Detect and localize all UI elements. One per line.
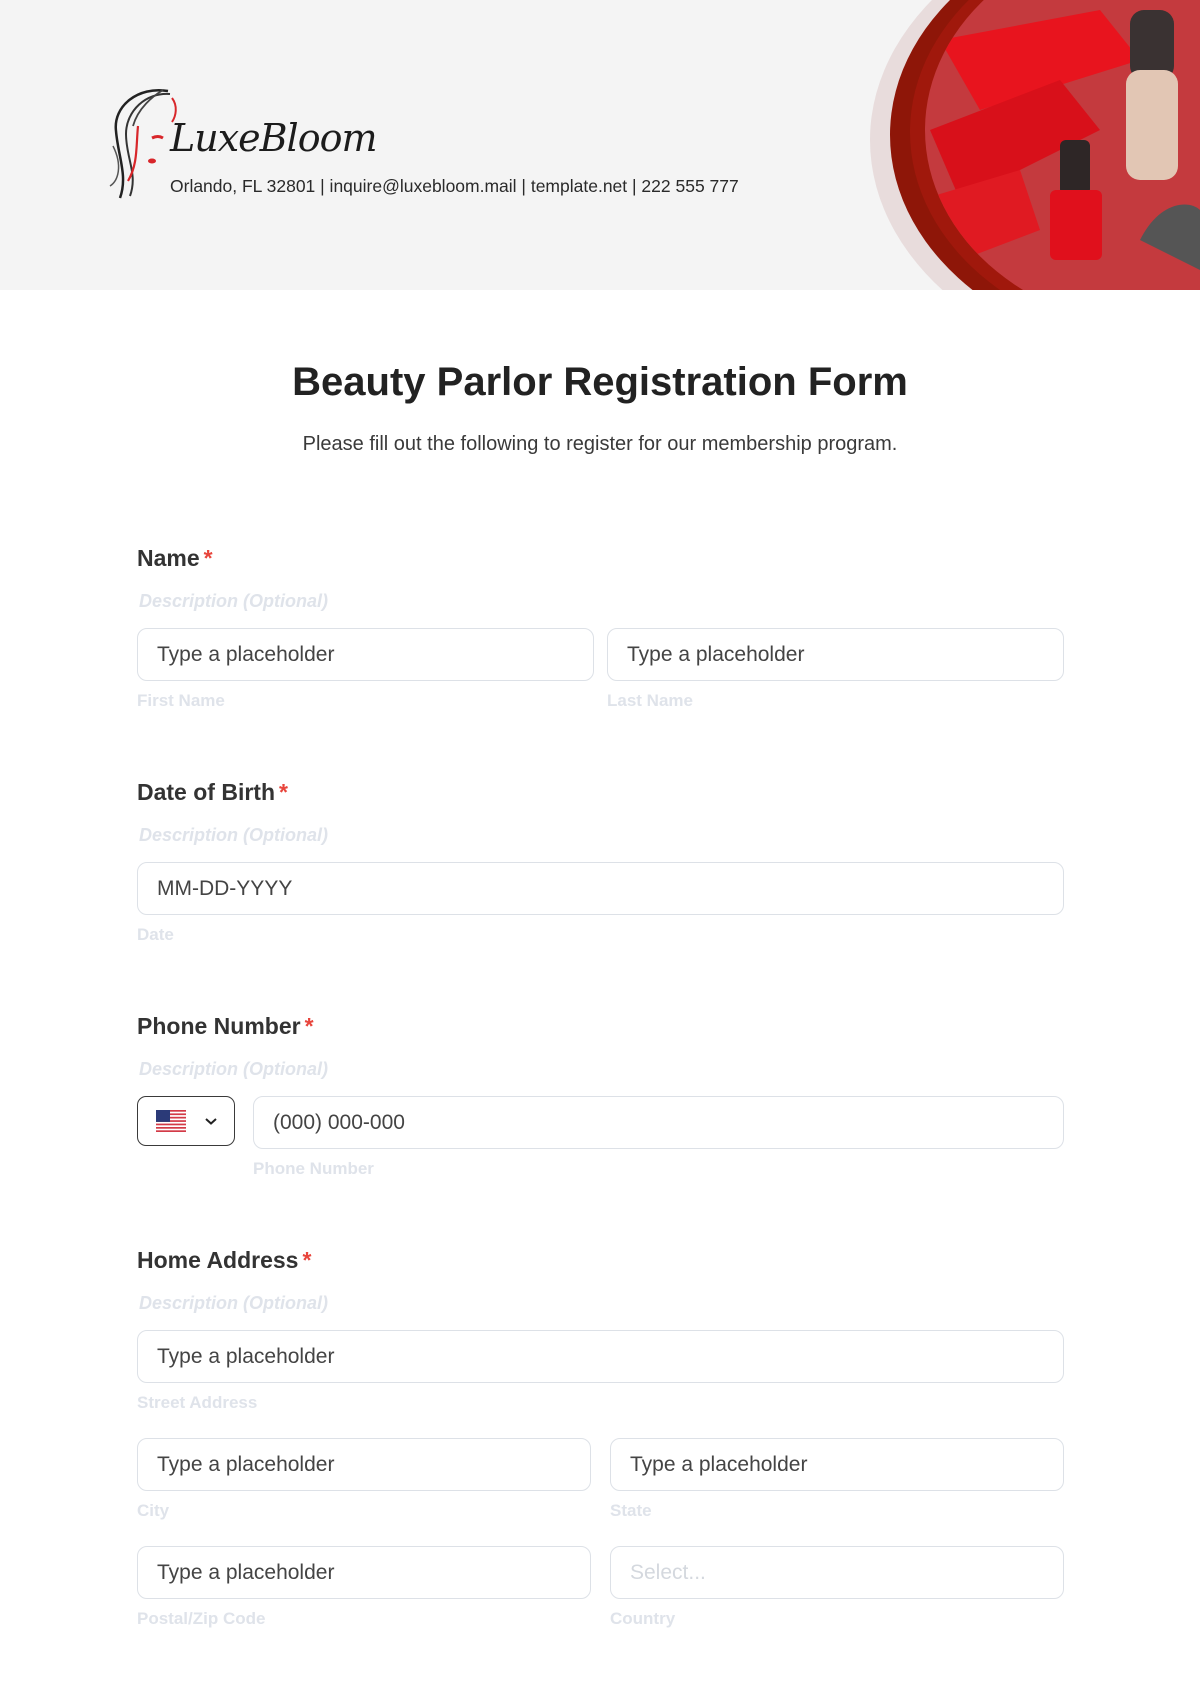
street-address-input[interactable]: Type a placeholder [137,1330,1064,1383]
street-address-sublabel: Street Address [137,1393,258,1412]
us-flag-icon [156,1110,186,1132]
dob-sublabel: Date [137,925,174,944]
form-header: Beauty Parlor Registration Form Please f… [137,360,1063,456]
address-description: Description (Optional) [139,1293,328,1313]
first-name-sublabel: First Name [137,691,225,710]
required-marker: * [302,1247,312,1273]
required-marker: * [279,779,288,805]
city-input[interactable]: Type a placeholder [137,1438,591,1491]
phone-label-text: Phone Number [137,1013,301,1039]
chevron-down-icon [205,1118,217,1125]
zip-code-input[interactable]: Type a placeholder [137,1546,591,1599]
last-name-input[interactable]: Type a placeholder [607,628,1064,681]
first-name-input[interactable]: Type a placeholder [137,628,594,681]
form-title: Beauty Parlor Registration Form [292,360,908,404]
city-sublabel: City [137,1501,170,1520]
dob-label: Date of Birth * [137,779,288,806]
dob-input[interactable]: MM-DD-YYYY [137,862,1064,915]
country-sublabel: Country [610,1609,676,1628]
name-description: Description (Optional) [139,591,328,611]
state-input[interactable]: Type a placeholder [610,1438,1064,1491]
brand-name: LuxeBloom [170,116,377,160]
required-marker: * [203,545,213,571]
phone-description: Description (Optional) [139,1059,328,1079]
dob-description: Description (Optional) [139,825,328,845]
country-select[interactable]: Select... [610,1546,1064,1599]
name-label-text: Name [137,545,200,571]
state-sublabel: State [610,1501,652,1520]
phone-input[interactable]: (000) 000-000 [253,1096,1064,1149]
brand-logo: LuxeBloom Orlando, FL 32801 | inquire@lu… [108,86,828,206]
contact-info: Orlando, FL 32801 | inquire@luxebloom.ma… [170,176,739,196]
address-label: Home Address * [137,1247,311,1274]
nail-polish-cosmetics-image [870,0,1200,290]
zip-code-sublabel: Postal/Zip Code [137,1609,266,1628]
phone-label: Phone Number * [137,1013,314,1040]
form-subtitle: Please fill out the following to registe… [302,433,898,455]
name-label: Name * [137,545,213,572]
address-label-text: Home Address [137,1247,299,1273]
dob-label-text: Date of Birth [137,779,275,805]
last-name-sublabel: Last Name [607,691,693,710]
country-code-dropdown[interactable] [137,1096,235,1146]
required-marker: * [304,1013,314,1039]
page-header: LuxeBloom Orlando, FL 32801 | inquire@lu… [0,0,1200,290]
phone-sublabel: Phone Number [253,1159,374,1178]
